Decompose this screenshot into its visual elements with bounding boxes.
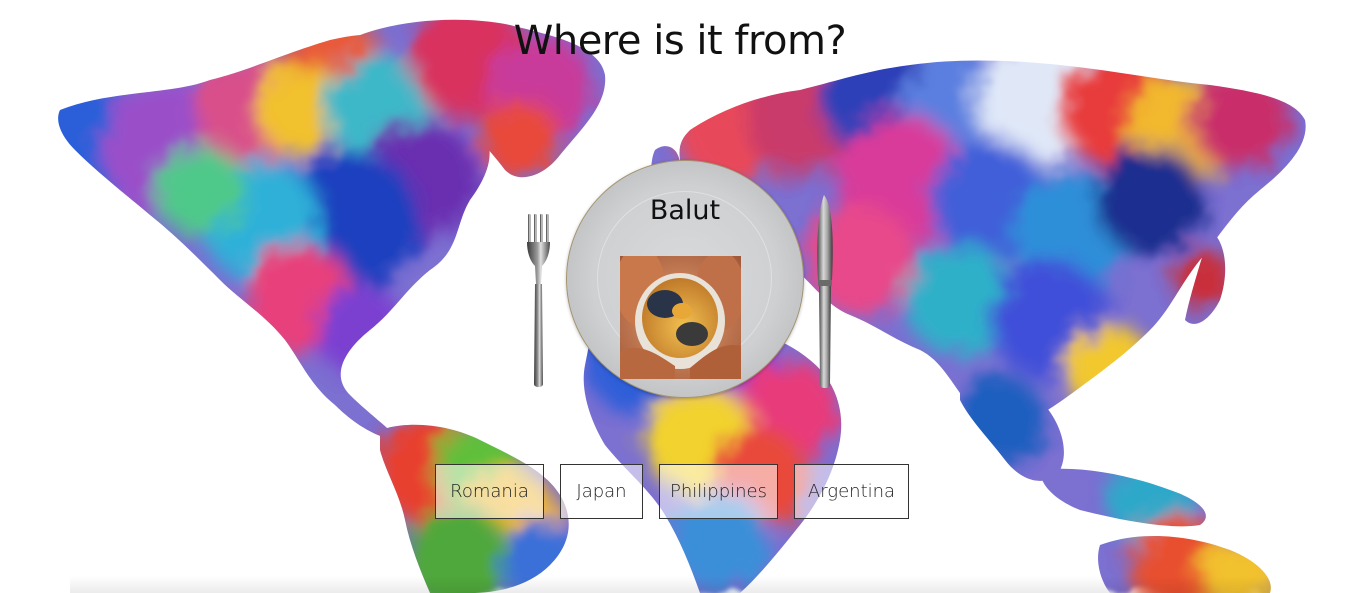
balut-egg-image <box>620 256 741 379</box>
question-title: Where is it from? <box>513 18 847 64</box>
dish-name: Balut <box>649 195 721 226</box>
knife-icon <box>817 195 833 388</box>
answer-button-romania[interactable]: Romania <box>435 464 544 519</box>
answer-button-japan[interactable]: Japan <box>560 464 643 519</box>
dish-photo <box>620 256 741 379</box>
plate: Balut <box>566 160 804 398</box>
bottom-shadow <box>70 576 1270 593</box>
answer-button-argentina[interactable]: Argentina <box>794 464 909 519</box>
fork-icon <box>527 214 550 387</box>
answer-button-philippines[interactable]: Philippines <box>659 464 778 519</box>
answer-options: Romania Japan Philippines Argentina <box>0 464 1360 519</box>
